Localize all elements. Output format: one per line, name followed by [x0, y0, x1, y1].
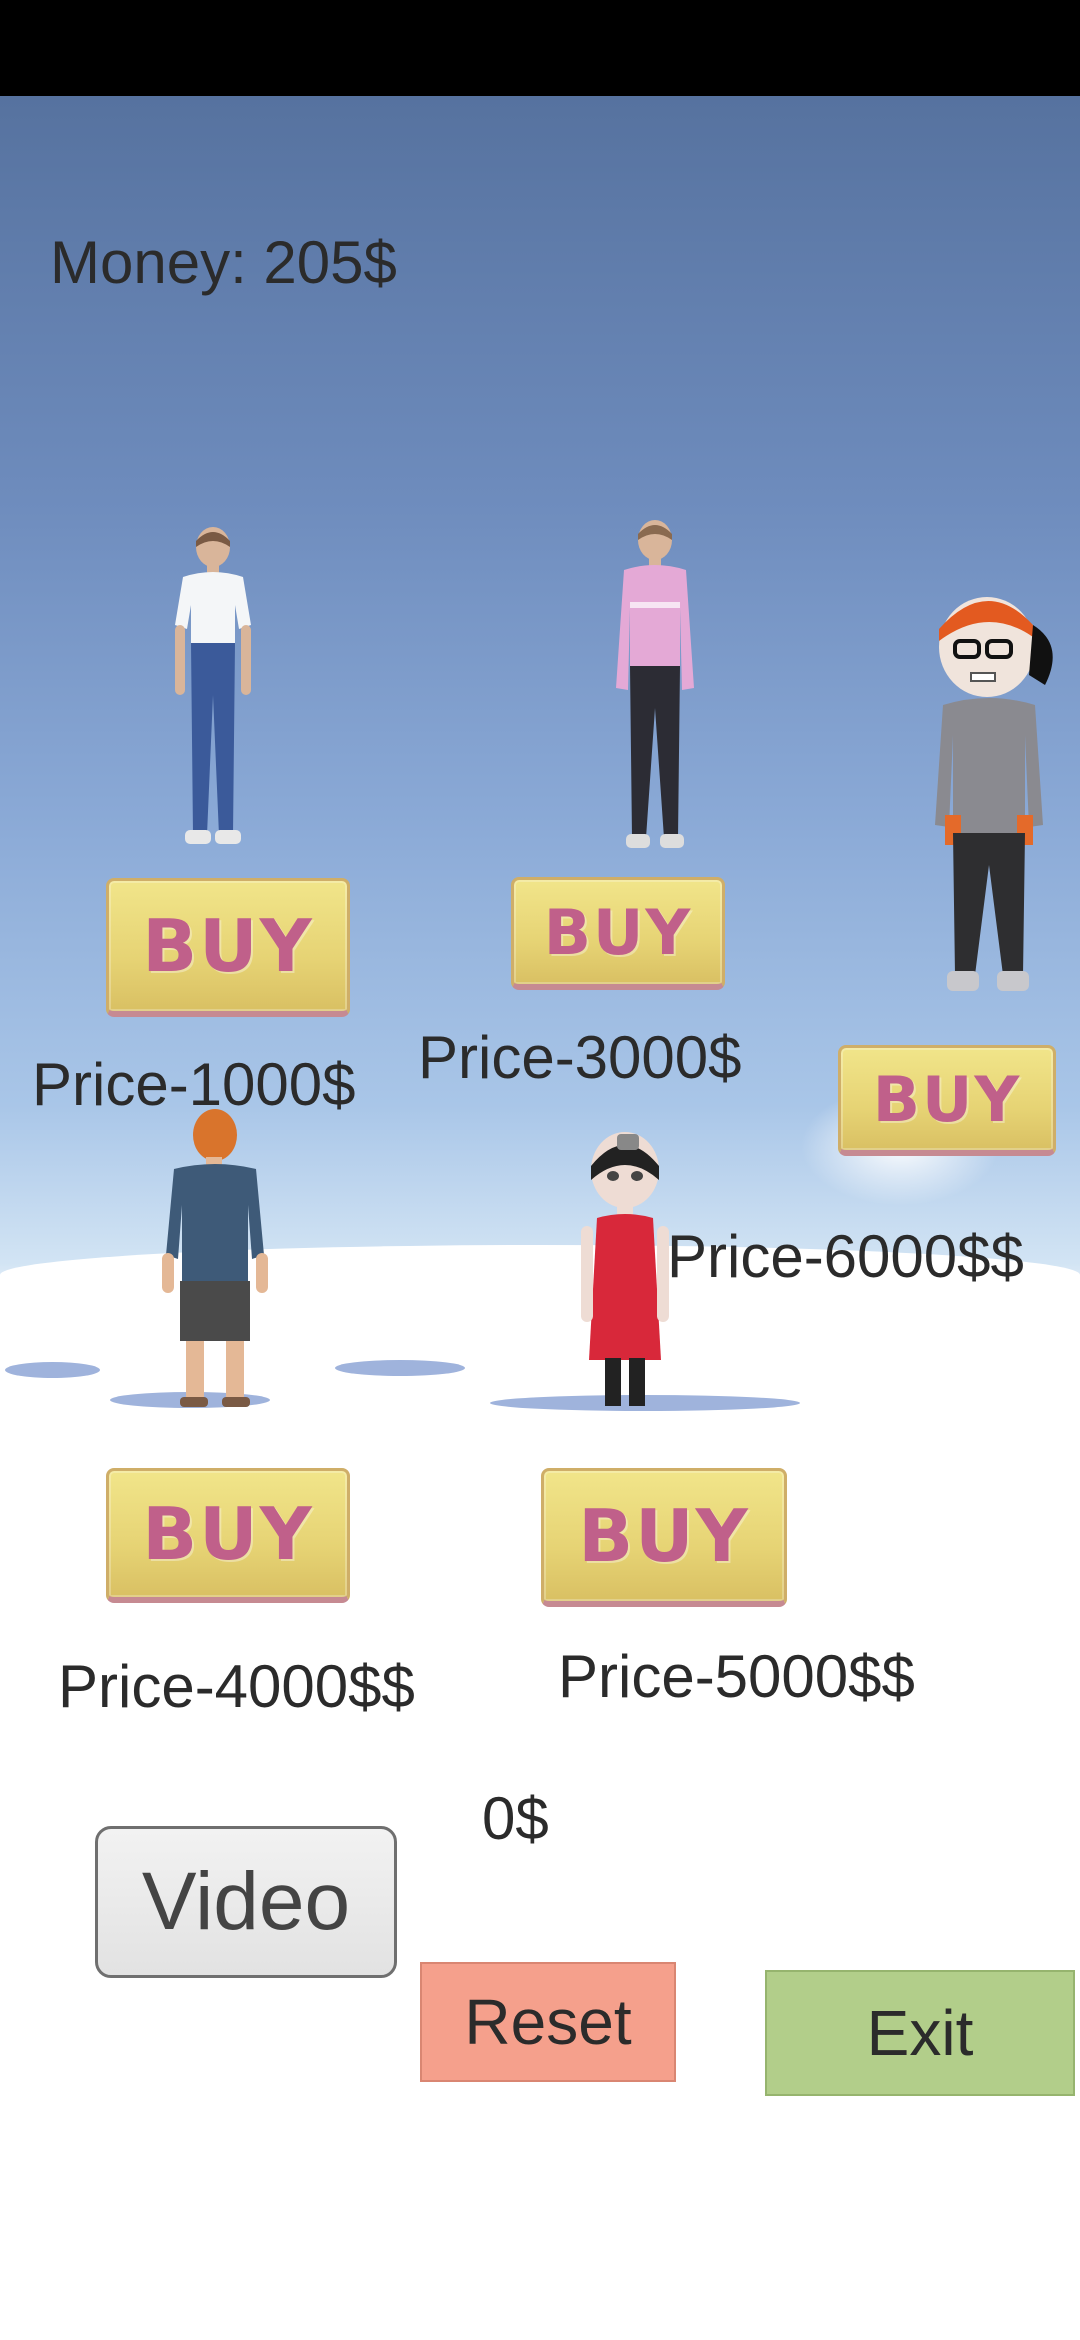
buy-button-label: BUY — [872, 1062, 1022, 1136]
price-label-1000: Price-1000$ — [32, 1051, 356, 1118]
character-shadow — [335, 1360, 465, 1376]
buy-button-1000[interactable]: BUY — [106, 878, 350, 1017]
character-shadow — [5, 1362, 100, 1378]
character-woman-white-shirt — [175, 527, 251, 844]
exit-button[interactable]: Exit — [765, 1970, 1075, 2096]
buy-button-label: BUY — [578, 1494, 750, 1578]
buy-button-3000[interactable]: BUY — [511, 877, 725, 990]
buy-button-label: BUY — [142, 904, 314, 988]
buy-button-4000[interactable]: BUY — [106, 1468, 350, 1603]
status-bar — [0, 0, 1080, 96]
money-counter: Money: 205$ — [50, 229, 397, 296]
earned-amount: 0$ — [482, 1785, 549, 1852]
buy-button-label: BUY — [543, 895, 693, 969]
price-label-3000: Price-3000$ — [418, 1024, 742, 1091]
price-label-4000: Price-4000$$ — [58, 1653, 415, 1720]
video-button[interactable]: Video — [95, 1826, 397, 1978]
reset-button[interactable]: Reset — [420, 1962, 676, 2082]
buy-button-label: BUY — [142, 1492, 314, 1576]
buy-button-5000[interactable]: BUY — [541, 1468, 787, 1607]
buy-button-6000[interactable]: BUY — [838, 1045, 1056, 1156]
price-label-6000: Price-6000$$ — [667, 1223, 1024, 1290]
price-label-5000: Price-5000$$ — [558, 1643, 915, 1710]
character-woman-pink-jacket — [616, 520, 694, 848]
character-boy-orange-hair — [162, 1109, 268, 1407]
character-boy-red-cap — [935, 597, 1053, 991]
